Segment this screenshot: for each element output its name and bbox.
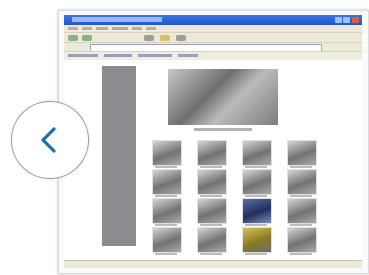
photo-caption [290,166,312,168]
photo-thumbnail [287,198,317,224]
photo-caption [155,224,177,226]
maximize-icon [343,17,350,23]
photo-thumbnail [287,169,317,195]
left-sidebar-panel [102,66,136,246]
photo-caption [290,195,312,197]
photo-thumbnail [197,140,227,166]
photo-thumbnail [287,227,317,253]
photo-caption [245,224,267,226]
photo-grid [152,140,342,260]
featured-caption [194,128,252,131]
photo-caption [245,195,267,197]
photo-thumbnail [152,140,182,166]
screenshot-thumbnail[interactable] [58,10,369,274]
chevron-left-icon [41,127,56,153]
close-icon [352,17,359,23]
forward-arrow-icon [82,35,92,41]
menu-bar [64,25,362,32]
photo-caption [200,253,222,255]
photo-caption [245,166,267,168]
browser-window [64,15,362,268]
photo-thumbnail [197,227,227,253]
photo-thumbnail [197,169,227,195]
photo-thumbnail [242,169,272,195]
photo-thumbnail [242,140,272,166]
photo-thumbnail [197,198,227,224]
photo-thumbnail [152,198,182,224]
window-titlebar [64,15,362,25]
window-title [72,17,162,22]
favorites-icon [160,35,170,41]
minimize-icon [335,17,342,23]
photo-caption [155,166,177,168]
photo-thumbnail [242,227,272,253]
photo-thumbnail [287,140,317,166]
photo-thumbnail [152,169,182,195]
search-icon [144,35,154,41]
photo-caption [155,253,177,255]
history-icon [176,35,186,41]
back-button[interactable] [11,101,89,179]
photo-caption [290,224,312,226]
photo-caption [200,166,222,168]
page-viewport [64,60,362,266]
photo-caption [290,253,312,255]
back-arrow-icon [68,35,78,41]
photo-caption [245,253,267,255]
photo-caption [200,224,222,226]
status-bar [64,260,362,268]
photo-caption [155,195,177,197]
photo-caption [200,195,222,197]
photo-thumbnail [242,198,272,224]
featured-photo [168,69,278,125]
photo-thumbnail [152,227,182,253]
